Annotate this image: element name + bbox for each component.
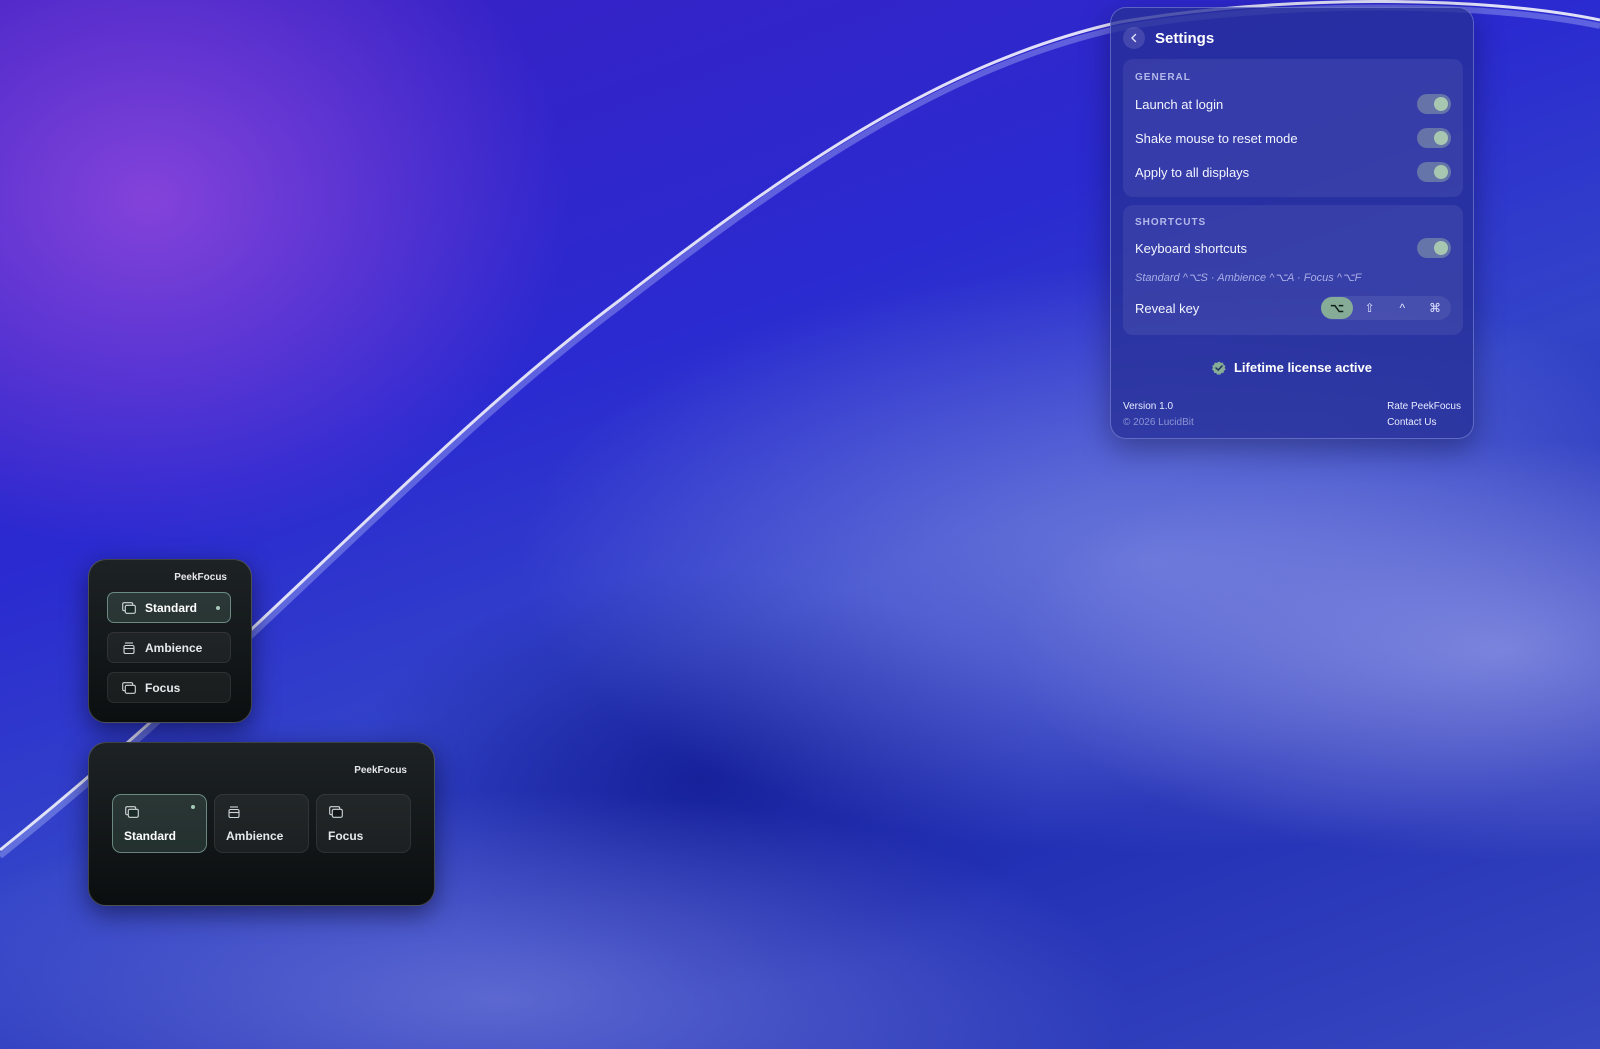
chevron-left-icon xyxy=(1131,33,1137,43)
general-heading: GENERAL xyxy=(1135,72,1191,83)
ambience-icon xyxy=(123,641,135,654)
mode-label: Ambience xyxy=(226,829,284,843)
reveal-key-option-shift[interactable]: ⇧ xyxy=(1354,297,1386,319)
mode-label: Focus xyxy=(145,680,181,695)
license-text: Lifetime license active xyxy=(1233,360,1372,375)
mode-button-standard[interactable]: Standard xyxy=(107,592,231,623)
windows-stack-icon xyxy=(125,806,139,818)
active-indicator xyxy=(216,606,220,610)
settings-header: Settings xyxy=(1123,20,1214,56)
mode-label: Focus xyxy=(328,829,364,843)
mode-label: Standard xyxy=(145,600,198,615)
apply-all-displays-toggle[interactable] xyxy=(1417,162,1451,182)
windows-stack-icon xyxy=(122,601,136,614)
mode-label: Standard xyxy=(124,829,177,843)
brand-label: PeekFocus xyxy=(174,572,227,583)
brand-label: PeekFocus xyxy=(354,765,407,776)
shake-mouse-toggle[interactable] xyxy=(1417,128,1451,148)
mode-widget-horizontal: PeekFocus Standard Ambience Focus xyxy=(88,742,435,906)
apply-all-displays-row: Apply to all displays xyxy=(1135,160,1451,184)
focus-window-icon xyxy=(122,681,136,694)
keyboard-shortcuts-label: Keyboard shortcuts xyxy=(1135,240,1248,256)
launch-at-login-row: Launch at login xyxy=(1135,92,1451,116)
rate-link[interactable]: Rate PeekFocus xyxy=(1387,399,1461,415)
reveal-key-option-option[interactable]: ⌥ xyxy=(1321,297,1353,319)
launch-at-login-toggle[interactable] xyxy=(1417,94,1451,114)
footer-left: Version 1.0 © 2026 LucidBit xyxy=(1123,399,1194,431)
keyboard-shortcuts-row: Keyboard shortcuts xyxy=(1135,236,1451,260)
mode-button-ambience[interactable]: Ambience xyxy=(107,632,231,663)
keyboard-shortcuts-toggle[interactable] xyxy=(1417,238,1451,258)
page-title: Settings xyxy=(1155,29,1215,47)
reveal-key-row: Reveal key ⌥ ⇧ ^ ⌘ xyxy=(1135,296,1451,320)
apply-all-displays-label: Apply to all displays xyxy=(1135,164,1250,180)
mode-label: Ambience xyxy=(145,640,203,655)
verified-badge-icon xyxy=(1211,361,1226,375)
shortcuts-section: SHORTCUTS Keyboard shortcuts Standard ^⌥… xyxy=(1123,205,1463,335)
shortcut-hint: Standard ^⌥S · Ambience ^⌥A · Focus ^⌥F xyxy=(1135,272,1362,284)
shake-mouse-row: Shake mouse to reset mode xyxy=(1135,126,1451,150)
mode-button-standard[interactable]: Standard xyxy=(112,794,207,853)
launch-at-login-label: Launch at login xyxy=(1135,96,1224,112)
reveal-key-label: Reveal key xyxy=(1135,300,1200,316)
mode-button-ambience[interactable]: Ambience xyxy=(214,794,309,853)
shake-mouse-label: Shake mouse to reset mode xyxy=(1135,130,1298,146)
version-text: Version 1.0 xyxy=(1123,401,1174,412)
reveal-key-option-control[interactable]: ^ xyxy=(1386,297,1418,319)
settings-panel: Settings GENERAL Launch at login Shake m… xyxy=(1110,7,1474,439)
reveal-key-option-command[interactable]: ⌘ xyxy=(1419,297,1451,319)
reveal-key-selector: ⌥ ⇧ ^ ⌘ xyxy=(1321,296,1451,320)
shortcuts-heading: SHORTCUTS xyxy=(1135,217,1207,228)
active-indicator xyxy=(191,805,195,809)
mode-widget-vertical: PeekFocus Standard Ambience Focus xyxy=(88,559,252,723)
footer-right: Rate PeekFocus Contact Us xyxy=(1387,399,1461,431)
ambience-icon xyxy=(228,806,240,818)
focus-window-icon xyxy=(329,806,343,818)
mode-button-focus[interactable]: Focus xyxy=(107,672,231,703)
copyright-text: © 2026 LucidBit xyxy=(1123,417,1194,428)
mode-button-focus[interactable]: Focus xyxy=(316,794,411,853)
general-section: GENERAL Launch at login Shake mouse to r… xyxy=(1123,59,1463,197)
back-button[interactable] xyxy=(1123,27,1145,49)
license-status: Lifetime license active xyxy=(1111,360,1473,375)
contact-link[interactable]: Contact Us xyxy=(1387,415,1461,431)
